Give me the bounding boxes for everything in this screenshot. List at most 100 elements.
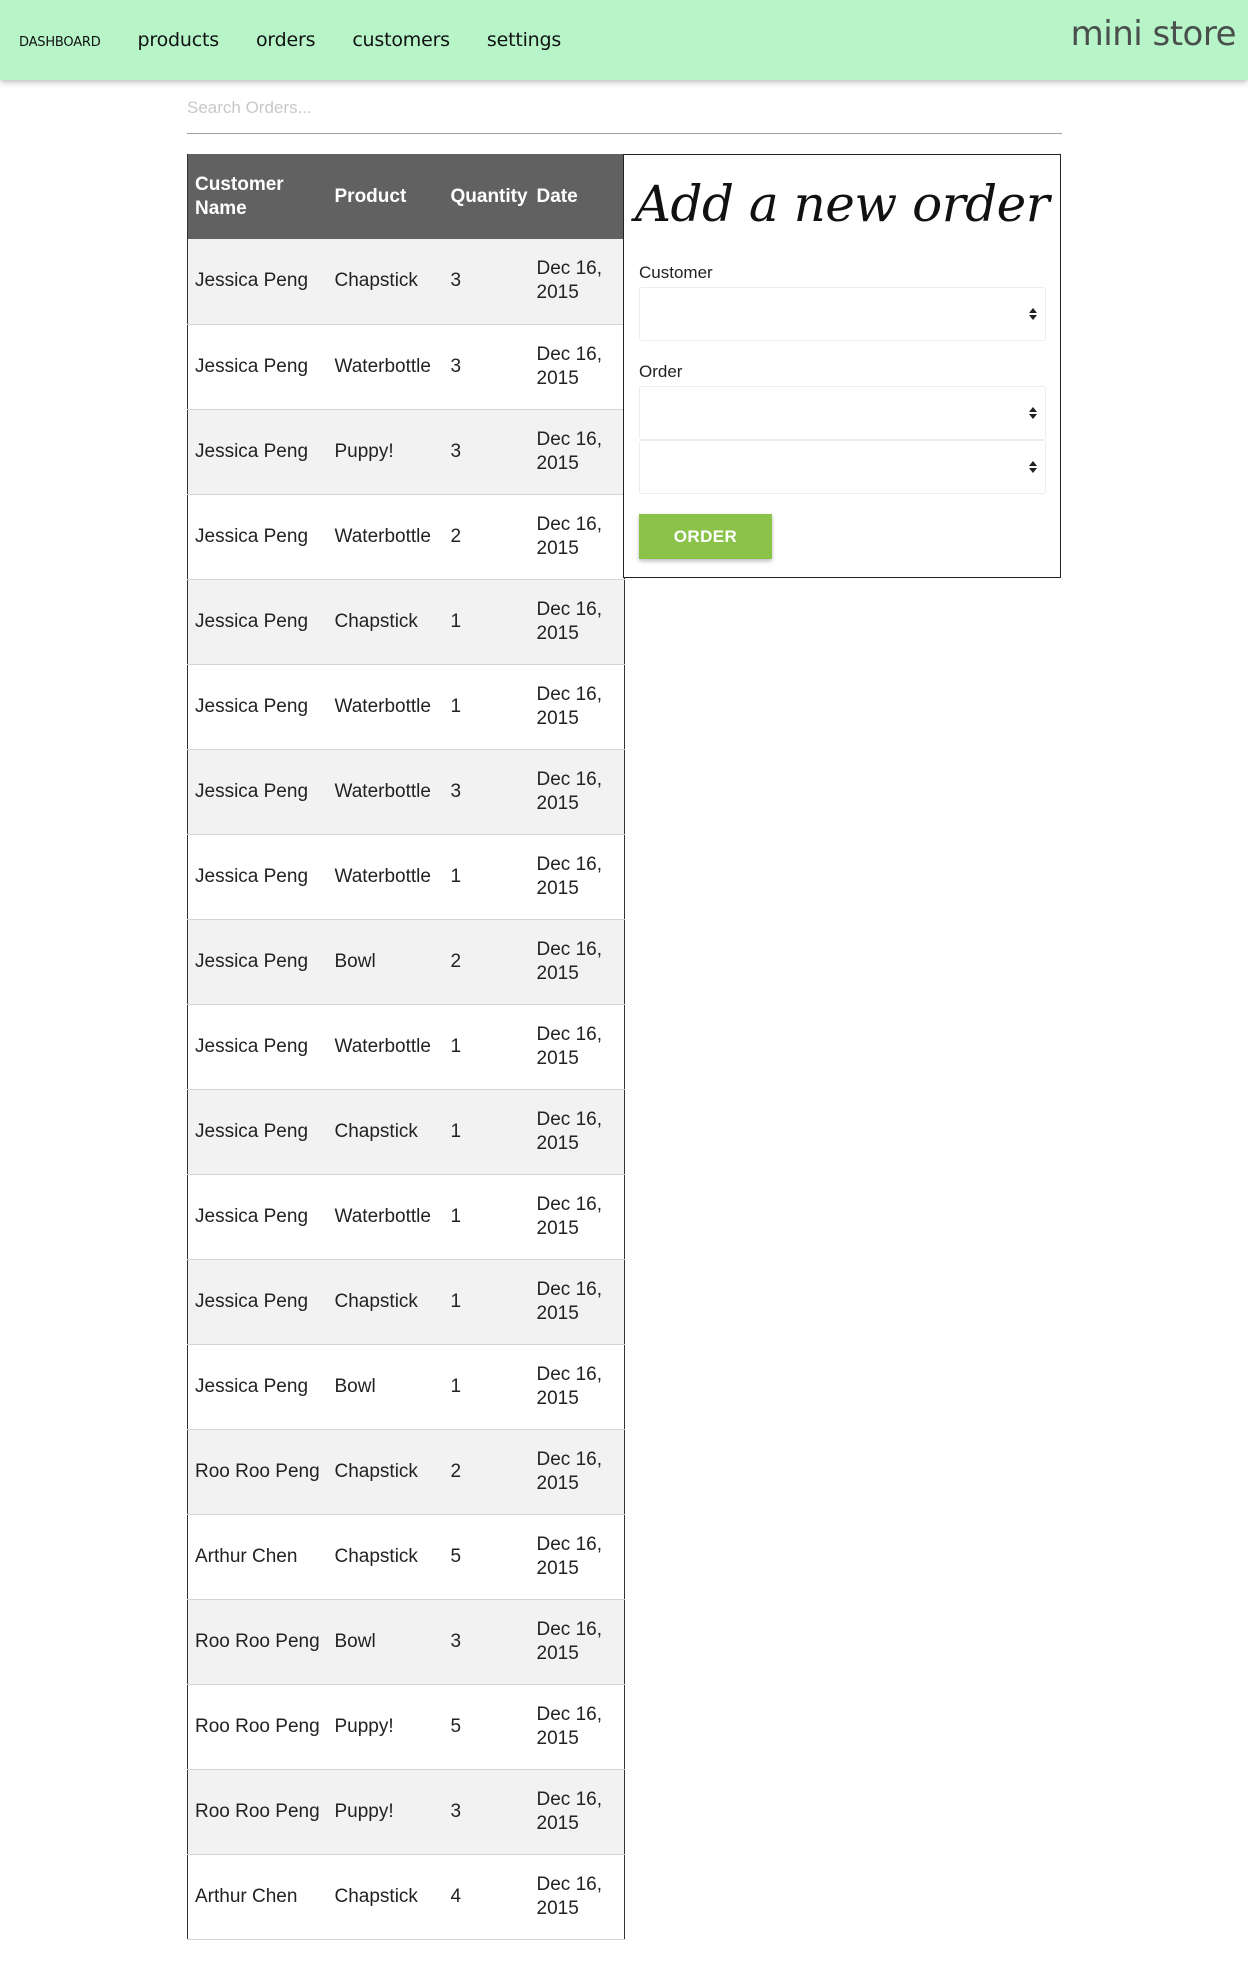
column-header-date[interactable]: Date	[530, 154, 625, 239]
cell-customer: Jessica Peng	[195, 865, 309, 887]
cell-product: Chapstick	[334, 1120, 418, 1142]
cell-quantity: 3	[450, 1630, 462, 1652]
nav-link-settings[interactable]: settings	[487, 29, 561, 51]
cell-customer: Jessica Peng	[195, 610, 309, 632]
cell-quantity: 3	[450, 270, 462, 292]
quantity-select[interactable]	[639, 440, 1046, 494]
table-row[interactable]: Roo Roo Peng Puppy! 5 Dec 16, 2015	[187, 1684, 625, 1769]
table-row[interactable]: Jessica Peng Chapstick 1 Dec 16, 2015	[187, 1259, 625, 1344]
table-row[interactable]: Roo Roo Peng Bowl 3 Dec 16, 2015	[187, 1599, 625, 1684]
nav-link-orders[interactable]: orders	[256, 29, 316, 51]
cell-quantity: 3	[450, 1800, 462, 1822]
cell-product: Chapstick	[334, 1545, 418, 1567]
cell-product: Waterbottle	[334, 780, 431, 802]
table-row[interactable]: Jessica Peng Waterbottle 1 Dec 16, 2015	[187, 1174, 625, 1259]
cell-product: Waterbottle	[334, 355, 431, 377]
cell-date: Dec 16, 2015	[536, 1448, 602, 1494]
cell-customer: Jessica Peng	[195, 440, 309, 462]
search-input[interactable]	[187, 90, 1062, 126]
cell-product: Puppy!	[334, 440, 394, 462]
table-row[interactable]: Jessica Peng Bowl 2 Dec 16, 2015	[187, 919, 625, 1004]
cell-date: Dec 16, 2015	[536, 1278, 602, 1324]
cell-date: Dec 16, 2015	[536, 768, 602, 814]
select-arrows-icon	[1029, 461, 1037, 473]
cell-quantity: 1	[450, 1205, 462, 1227]
cell-customer: Roo Roo Peng	[195, 1630, 320, 1652]
cell-date: Dec 16, 2015	[536, 938, 602, 984]
cell-customer: Jessica Peng	[195, 1120, 309, 1142]
table-row[interactable]: Jessica Peng Chapstick 3 Dec 16, 2015	[187, 239, 625, 324]
cell-product: Chapstick	[334, 610, 418, 632]
select-arrows-icon	[1029, 407, 1037, 419]
cell-quantity: 1	[450, 1035, 462, 1057]
table-header-row: Customer Name Product Quantity Date	[187, 154, 625, 239]
table-row[interactable]: Jessica Peng Bowl 1 Dec 16, 2015	[187, 1344, 625, 1429]
cell-customer: Jessica Peng	[195, 780, 309, 802]
column-header-quantity[interactable]: Quantity	[444, 154, 530, 239]
search-wrapper	[187, 90, 1062, 134]
cell-quantity: 1	[450, 1290, 462, 1312]
cell-quantity: 1	[450, 1120, 462, 1142]
cell-product: Waterbottle	[334, 525, 431, 547]
cell-quantity: 1	[450, 1375, 462, 1397]
cell-product: Puppy!	[334, 1715, 394, 1737]
nav-link-dashboard[interactable]: dashboard	[19, 29, 101, 51]
table-body: Jessica Peng Chapstick 3 Dec 16, 2015 Jessic…	[187, 239, 625, 1939]
cell-product: Waterbottle	[334, 1205, 431, 1227]
nav-link-products[interactable]: products	[138, 29, 220, 51]
table-row[interactable]: Jessica Peng Chapstick 1 Dec 16, 2015	[187, 1089, 625, 1174]
customer-select[interactable]	[639, 287, 1046, 341]
cell-customer: Roo Roo Peng	[195, 1800, 320, 1822]
cell-quantity: 5	[450, 1715, 462, 1737]
cell-date: Dec 16, 2015	[536, 1873, 602, 1919]
order-button[interactable]: ORDER	[639, 514, 772, 559]
table-header: Customer Name Product Quantity Date	[187, 154, 625, 239]
table-row[interactable]: Jessica Peng Puppy! 3 Dec 16, 2015	[187, 409, 625, 494]
cell-date: Dec 16, 2015	[536, 343, 602, 389]
cell-quantity: 3	[450, 780, 462, 802]
cell-customer: Jessica Peng	[195, 695, 309, 717]
cell-date: Dec 16, 2015	[536, 853, 602, 899]
cell-quantity: 1	[450, 865, 462, 887]
cell-product: Waterbottle	[334, 695, 431, 717]
table-row[interactable]: Roo Roo Peng Chapstick 2 Dec 16, 2015	[187, 1429, 625, 1514]
cell-date: Dec 16, 2015	[536, 428, 602, 474]
cell-date: Dec 16, 2015	[536, 683, 602, 729]
table-row[interactable]: Jessica Peng Waterbottle 3 Dec 16, 2015	[187, 324, 625, 409]
table-row[interactable]: Jessica Peng Waterbottle 1 Dec 16, 2015	[187, 664, 625, 749]
table-row[interactable]: Jessica Peng Chapstick 1 Dec 16, 2015	[187, 579, 625, 664]
table-row[interactable]: Arthur Chen Chapstick 4 Dec 16, 2015	[187, 1854, 625, 1939]
cell-quantity: 5	[450, 1545, 462, 1567]
cell-product: Chapstick	[334, 270, 418, 292]
nav-link-customers[interactable]: customers	[352, 29, 450, 51]
cell-product: Waterbottle	[334, 865, 431, 887]
cell-date: Dec 16, 2015	[536, 1533, 602, 1579]
cell-customer: Roo Roo Peng	[195, 1460, 320, 1482]
cell-date: Dec 16, 2015	[536, 1193, 602, 1239]
cell-date: Dec 16, 2015	[536, 1023, 602, 1069]
top-nav: dashboard products orders customers sett…	[0, 0, 1248, 80]
table-row[interactable]: Jessica Peng Waterbottle 3 Dec 16, 2015	[187, 749, 625, 834]
column-header-product[interactable]: Product	[328, 154, 444, 239]
cell-customer: Arthur Chen	[195, 1545, 298, 1567]
cell-customer: Jessica Peng	[195, 1290, 309, 1312]
column-header-customer[interactable]: Customer Name	[188, 154, 328, 239]
cell-customer: Roo Roo Peng	[195, 1715, 320, 1737]
cell-product: Chapstick	[334, 1290, 418, 1312]
cell-date: Dec 16, 2015	[536, 258, 602, 304]
customer-label: Customer	[639, 263, 713, 282]
orders-table: Customer Name Product Quantity Date Jess…	[187, 154, 625, 1940]
table-row[interactable]: Arthur Chen Chapstick 5 Dec 16, 2015	[187, 1514, 625, 1599]
table-row[interactable]: Jessica Peng Waterbottle 1 Dec 16, 2015	[187, 1004, 625, 1089]
nav-links: dashboard products orders customers sett…	[19, 0, 598, 80]
select-arrows-icon	[1029, 308, 1037, 320]
cell-product: Bowl	[334, 1375, 376, 1397]
product-select[interactable]	[639, 386, 1046, 440]
table-row[interactable]: Roo Roo Peng Puppy! 3 Dec 16, 2015	[187, 1769, 625, 1854]
cell-product: Chapstick	[334, 1460, 418, 1482]
brand-logo[interactable]: mini store	[1071, 14, 1237, 54]
cell-product: Bowl	[334, 950, 376, 972]
cell-quantity: 2	[450, 525, 462, 547]
table-row[interactable]: Jessica Peng Waterbottle 2 Dec 16, 2015	[187, 494, 625, 579]
table-row[interactable]: Jessica Peng Waterbottle 1 Dec 16, 2015	[187, 834, 625, 919]
